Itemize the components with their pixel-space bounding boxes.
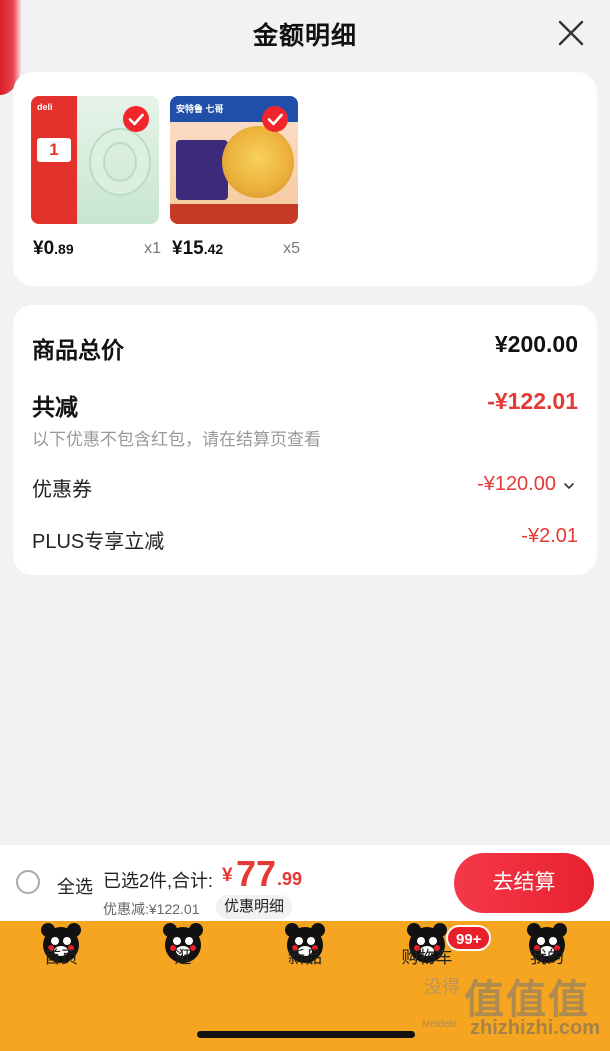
sheet-header: 金额明细 <box>0 0 610 68</box>
chevron-down-icon[interactable] <box>562 479 576 493</box>
price-row: ¥15.42 x5 <box>170 232 300 266</box>
plus-value: -¥2.01 <box>521 525 578 547</box>
products-card: deli 1 ¥0.89 x1 安特鲁 七哥 ¥15.42 x5 <box>13 72 597 286</box>
summary-card: 商品总价 ¥200.00 共减 -¥122.01 以下优惠不包含红包，请在结算页… <box>13 305 597 575</box>
tab-new[interactable]: 新品 <box>250 921 360 1001</box>
close-icon[interactable] <box>556 18 586 48</box>
home-indicator[interactable] <box>197 1031 415 1038</box>
tape-package-graphic: deli 1 <box>31 96 77 224</box>
select-all-label[interactable]: 全选 <box>57 873 93 899</box>
checkout-bar: 全选 已选2件,合计: ¥ 77 .99 优惠减:¥122.01 优惠明细 去结… <box>0 845 610 921</box>
product-quantity: x1 <box>144 240 161 257</box>
total-value: ¥200.00 <box>494 331 578 357</box>
badge-number: 1 <box>37 138 71 162</box>
price-row: ¥0.89 x1 <box>31 232 161 266</box>
page-title: 金额明细 <box>252 22 357 50</box>
product-thumbnail[interactable]: deli 1 <box>31 96 159 224</box>
brand-logo: 安特鲁 七哥 <box>176 104 224 114</box>
tab-label: 首页 <box>44 948 78 967</box>
checkout-button[interactable]: 去结算 <box>454 853 594 913</box>
product-item[interactable]: 安特鲁 七哥 ¥15.42 x5 <box>170 96 300 266</box>
tab-label: 新品 <box>288 948 322 967</box>
watermark: 值值值 没得 Meidebi zhizhizhi.com <box>418 967 610 1051</box>
total-currency: ¥ <box>222 865 233 886</box>
tab-label: 逛 <box>174 948 192 967</box>
select-all-radio[interactable] <box>16 870 40 894</box>
total-amount-integer: 77 <box>236 853 277 894</box>
discount-amount-text: 优惠减:¥122.01 <box>103 901 200 917</box>
reduce-label: 共减 <box>32 394 78 420</box>
package-box-graphic <box>176 140 228 200</box>
product-price: ¥0.89 <box>33 238 74 259</box>
egg-tart-graphic <box>222 126 294 198</box>
product-quantity: x5 <box>283 240 300 257</box>
product-price: ¥15.42 <box>172 238 224 259</box>
total-amount-decimal: .99 <box>277 869 303 889</box>
plus-label: PLUS专享立减 <box>32 531 165 553</box>
tab-home[interactable]: 首页 <box>6 921 116 1001</box>
selected-count-text: 已选2件,合计: <box>103 871 214 891</box>
watermark-url: zhizhizhi.com <box>470 1017 600 1039</box>
product-thumbnail[interactable]: 安特鲁 七哥 <box>170 96 298 224</box>
total-label: 商品总价 <box>32 337 124 363</box>
reduce-value: -¥122.01 <box>487 388 578 414</box>
coupon-label: 优惠券 <box>32 479 92 501</box>
tape-roll-graphic <box>91 130 149 194</box>
product-item[interactable]: deli 1 ¥0.89 x1 <box>31 96 161 266</box>
brand-logo: deli <box>37 102 53 112</box>
tab-label: 我的 <box>530 948 564 967</box>
watermark-url-small: Meidebi <box>422 1019 458 1030</box>
tab-browse[interactable]: 逛 <box>128 921 238 1001</box>
coupon-value: -¥120.00 <box>477 473 556 495</box>
discount-note: 以下优惠不包含红包，请在结算页查看 <box>32 430 321 449</box>
check-icon[interactable] <box>123 106 149 132</box>
check-icon[interactable] <box>262 106 288 132</box>
cart-count-badge: 99+ <box>446 925 492 951</box>
discount-detail-button[interactable]: 优惠明细 <box>216 895 293 919</box>
bottom-strip-graphic <box>170 204 298 224</box>
watermark-small-text: 没得 <box>424 977 460 997</box>
